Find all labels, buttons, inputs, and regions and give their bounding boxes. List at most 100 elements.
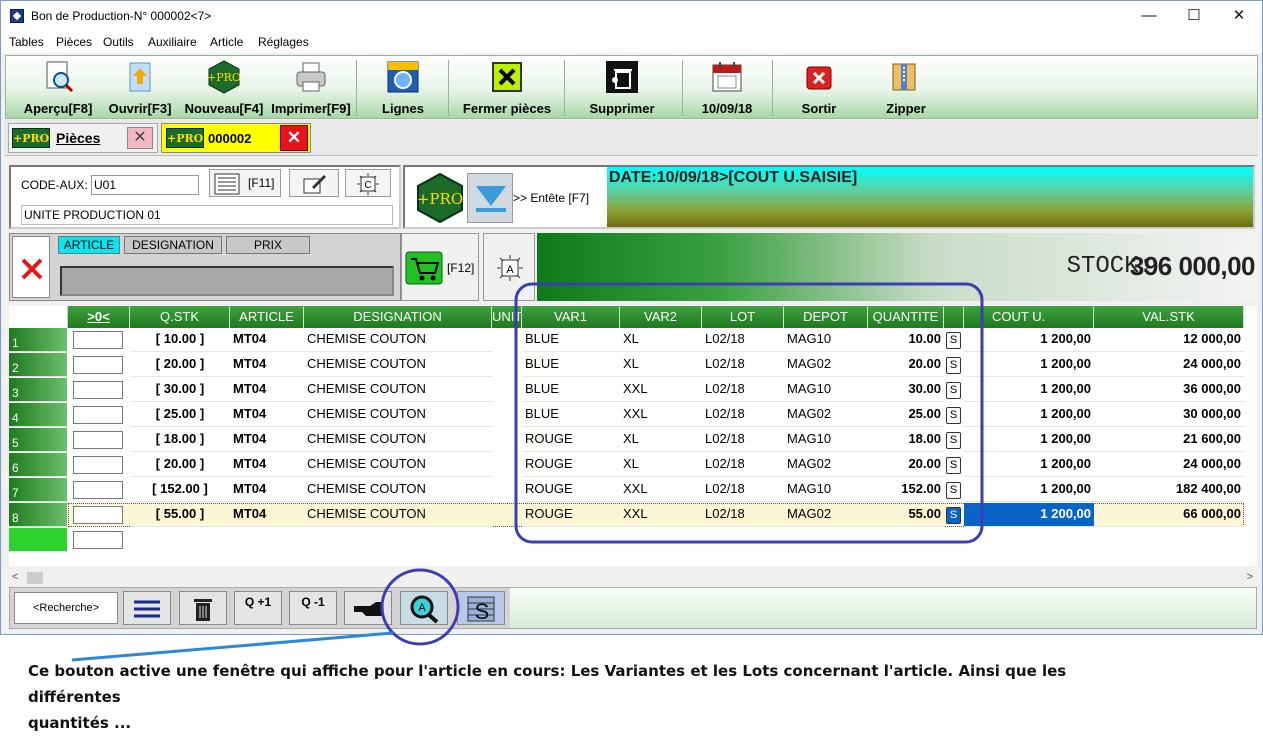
cell-qstk[interactable]: [ 20.00 ] <box>130 453 230 477</box>
article-search-input[interactable] <box>60 266 394 296</box>
lignes-button[interactable]: Lignes <box>366 56 440 118</box>
cell-article[interactable]: MT04 <box>230 403 304 427</box>
nouveau-button[interactable]: +PRO Nouveau[F4] <box>184 56 264 118</box>
cell-article[interactable]: MT04 <box>230 328 304 352</box>
close-document-tab-icon[interactable]: ✕ <box>280 125 308 151</box>
zero-check-box[interactable] <box>73 331 123 349</box>
cell-val[interactable]: 12 000,00 <box>1094 328 1244 352</box>
row-header[interactable]: 3 <box>9 378 67 402</box>
cell-designation[interactable]: CHEMISE COUTON <box>304 478 492 502</box>
col-qstk[interactable]: Q.STK <box>130 306 230 328</box>
cell-qstk[interactable]: [ 55.00 ] <box>130 503 230 527</box>
col-article[interactable]: ARTICLE <box>230 306 304 328</box>
zero-check-box[interactable] <box>73 506 123 524</box>
add-to-cart-button[interactable]: [F12] <box>401 233 479 301</box>
config-c-button[interactable]: C <box>345 169 391 197</box>
cell-val[interactable]: 66 000,00 <box>1094 503 1244 527</box>
cell-designation[interactable]: CHEMISE COUTON <box>304 503 492 527</box>
maximize-button[interactable]: ☐ <box>1171 1 1217 31</box>
zero-check-box[interactable] <box>73 381 123 399</box>
col-zero[interactable]: >0< <box>68 306 130 328</box>
supprimer-button[interactable]: Supprimer <box>580 56 664 118</box>
download-arrow-icon <box>476 186 506 212</box>
row-header[interactable]: 7 <box>9 478 67 502</box>
apercu-button[interactable]: Aperçu[F8] <box>10 56 106 118</box>
sortir-button[interactable]: Sortir <box>782 56 856 118</box>
cell-val[interactable]: 36 000,00 <box>1094 378 1244 402</box>
entete-button[interactable]: >> Entête [F7] <box>513 191 589 205</box>
zero-check-box[interactable] <box>73 406 123 424</box>
toolbar-separator <box>356 60 357 116</box>
cell-qstk[interactable]: [ 10.00 ] <box>130 328 230 352</box>
zero-check-box[interactable] <box>73 481 123 499</box>
close-window-button[interactable]: ✕ <box>1216 1 1262 31</box>
list-button[interactable]: [F11] <box>209 169 281 197</box>
cell-qstk[interactable]: [ 152.00 ] <box>130 478 230 502</box>
tab-article[interactable]: ARTICLE <box>58 236 120 254</box>
row-header[interactable]: 1 <box>9 328 67 352</box>
cell-qstk[interactable]: [ 18.00 ] <box>130 428 230 452</box>
cell-val[interactable]: 21 600,00 <box>1094 428 1244 452</box>
cell-val[interactable]: 24 000,00 <box>1094 353 1244 377</box>
cell-val[interactable]: 24 000,00 <box>1094 453 1244 477</box>
imprimer-button[interactable]: Imprimer[F9] <box>268 56 354 118</box>
close-pieces-tab-icon[interactable]: ✕ <box>127 127 153 149</box>
menu-article[interactable]: Article <box>210 35 243 49</box>
col-designation[interactable]: DESIGNATION <box>304 306 492 328</box>
tab-document[interactable]: +PRO 000002 ✕ <box>161 123 311 153</box>
entete-button-icon[interactable] <box>467 173 513 223</box>
zero-check-box[interactable] <box>73 456 123 474</box>
tab-pieces[interactable]: +PRO Pièces ✕ <box>8 123 158 153</box>
edit-supplier-button[interactable] <box>289 169 339 197</box>
row-header[interactable]: 4 <box>9 403 67 427</box>
tab-prix[interactable]: PRIX <box>226 236 310 254</box>
minimize-button[interactable]: — <box>1126 1 1172 31</box>
annotation-overlay <box>71 568 460 662</box>
cell-article[interactable]: MT04 <box>230 353 304 377</box>
ouvrir-button[interactable]: Ouvrir[F3] <box>104 56 176 118</box>
cell-designation[interactable]: CHEMISE COUTON <box>304 353 492 377</box>
row-header[interactable]: 2 <box>9 353 67 377</box>
cell-article[interactable]: MT04 <box>230 428 304 452</box>
menu-reglages[interactable]: Réglages <box>258 35 309 49</box>
cell-qstk[interactable]: [ 30.00 ] <box>130 378 230 402</box>
cell-designation[interactable]: CHEMISE COUTON <box>304 328 492 352</box>
tab-designation[interactable]: DESIGNATION <box>124 236 222 254</box>
cell-qstk[interactable]: [ 20.00 ] <box>130 353 230 377</box>
cell-article[interactable]: MT04 <box>230 378 304 402</box>
clear-article-button[interactable] <box>12 236 50 298</box>
new-icon: +PRO <box>207 60 241 94</box>
cell-designation[interactable]: CHEMISE COUTON <box>304 403 492 427</box>
svg-text:+PRO: +PRO <box>417 190 463 208</box>
row-header[interactable]: 5 <box>9 428 67 452</box>
cell-val[interactable]: 182 400,00 <box>1094 478 1244 502</box>
cell-designation[interactable]: CHEMISE COUTON <box>304 453 492 477</box>
cell-designation[interactable]: CHEMISE COUTON <box>304 428 492 452</box>
cell-qstk[interactable]: [ 25.00 ] <box>130 403 230 427</box>
col-valstk[interactable]: VAL.STK <box>1094 306 1244 328</box>
zipper-button[interactable]: Zipper <box>870 56 942 118</box>
cell-val[interactable]: 30 000,00 <box>1094 403 1244 427</box>
code-aux-input[interactable] <box>91 175 199 195</box>
new-row-zero-box[interactable] <box>73 531 123 549</box>
zero-check-box[interactable] <box>73 431 123 449</box>
close-doc-icon <box>492 62 522 92</box>
cell-article[interactable]: MT04 <box>230 478 304 502</box>
fermer-pieces-button[interactable]: Fermer pièces <box>456 56 558 118</box>
svg-text:A: A <box>506 264 514 276</box>
menu-pieces[interactable]: Pièces <box>56 35 92 49</box>
zero-check-box[interactable] <box>73 356 123 374</box>
date-button[interactable]: 10/09/18 <box>690 56 764 118</box>
cell-article[interactable]: MT04 <box>230 503 304 527</box>
row-header[interactable]: 8 <box>9 503 67 527</box>
menu-outils[interactable]: Outils <box>103 35 134 49</box>
cell-article[interactable]: MT04 <box>230 453 304 477</box>
scroll-right-icon[interactable]: > <box>1247 571 1253 583</box>
edit-icon <box>303 175 326 194</box>
new-row-header[interactable] <box>9 528 67 552</box>
menu-auxiliaire[interactable]: Auxiliaire <box>148 35 197 49</box>
row-header[interactable]: 6 <box>9 453 67 477</box>
menu-tables[interactable]: Tables <box>9 35 44 49</box>
cell-designation[interactable]: CHEMISE COUTON <box>304 378 492 402</box>
annotation-line-2: quantités ... <box>28 714 132 732</box>
